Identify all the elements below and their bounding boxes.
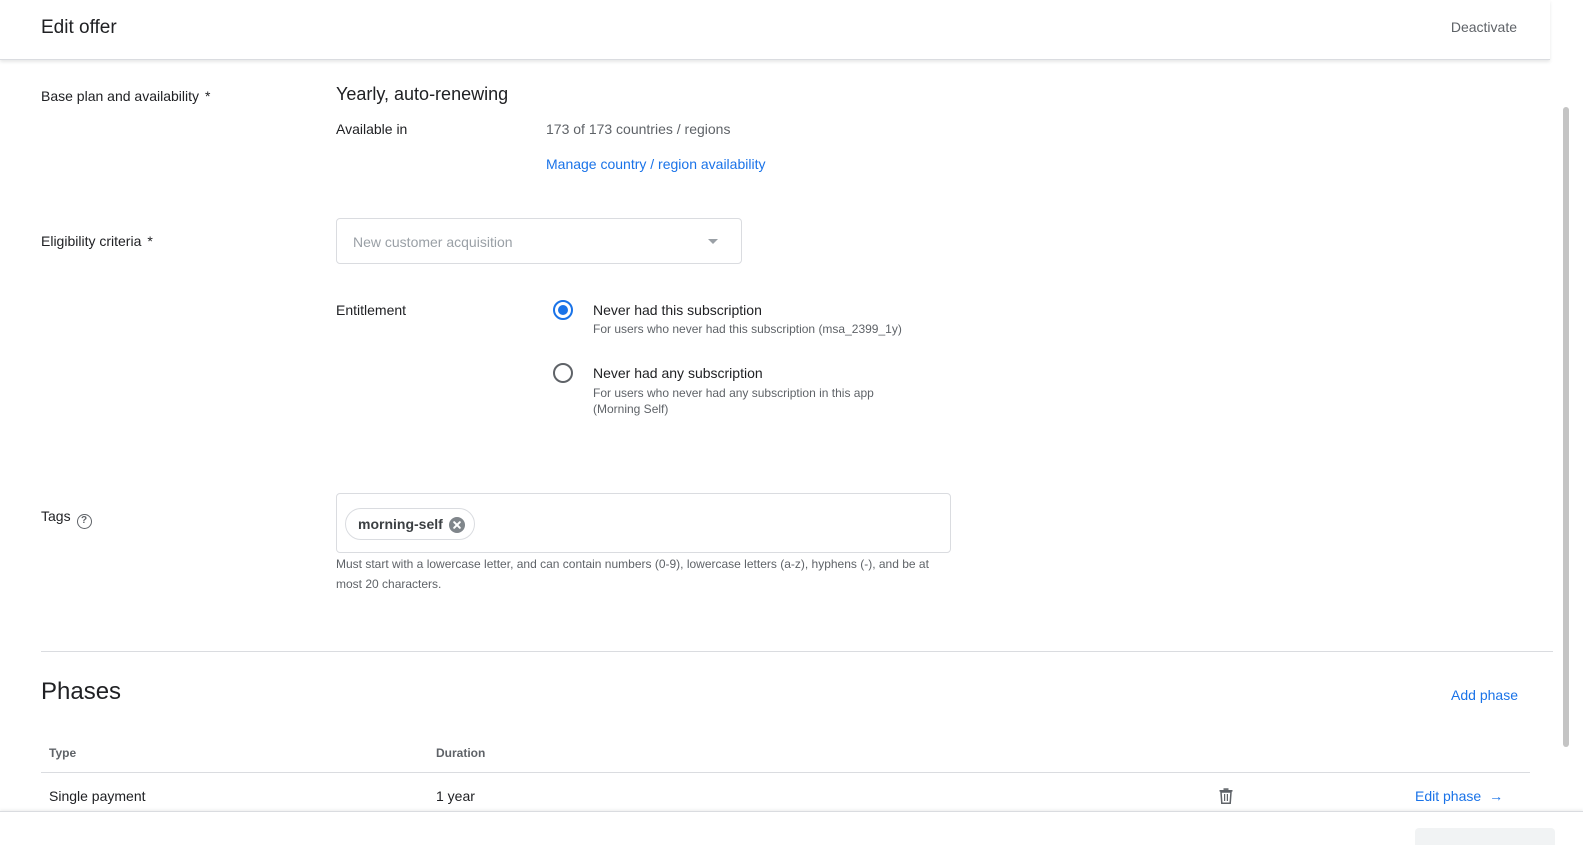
radio-option-title: Never had this subscription [593, 302, 762, 318]
edit-offer-page: Edit offer Deactivate Base plan and avai… [0, 0, 1583, 845]
chevron-down-icon [708, 239, 718, 244]
manage-availability-link[interactable]: Manage country / region availability [546, 156, 765, 172]
footer-bar [0, 811, 1583, 845]
tag-chip: morning-self [345, 508, 475, 540]
table-header-divider [41, 772, 1530, 773]
available-in-label: Available in [336, 121, 408, 137]
base-plan-label-text: Base plan and availability [41, 88, 199, 104]
edit-phase-button[interactable]: Edit phase → [1415, 788, 1503, 804]
available-in-value: 173 of 173 countries / regions [546, 121, 731, 137]
eligibility-label-text: Eligibility criteria [41, 233, 142, 249]
radio-option-title: Never had any subscription [593, 365, 763, 381]
phase-duration-cell: 1 year [436, 788, 475, 804]
edit-phase-label: Edit phase [1415, 788, 1482, 804]
page-title: Edit offer [41, 17, 117, 38]
tags-input[interactable]: morning-self [336, 493, 951, 553]
scrollbar[interactable] [1563, 107, 1569, 747]
required-mark: * [205, 88, 211, 104]
radio-never-had-any-subscription[interactable] [553, 363, 573, 383]
base-plan-label: Base plan and availability * [41, 88, 210, 104]
column-header-type: Type [49, 746, 77, 760]
arrow-right-icon: → [1489, 788, 1504, 804]
scrollbar-thumb[interactable] [1563, 107, 1569, 747]
base-plan-name: Yearly, auto-renewing [336, 84, 509, 104]
remove-tag-icon[interactable] [448, 517, 465, 533]
footer-button[interactable] [1415, 828, 1555, 845]
page-header: Edit offer Deactivate [0, 0, 1550, 60]
add-phase-button[interactable]: Add phase [1451, 687, 1518, 703]
required-mark: * [147, 233, 153, 249]
tag-chip-label: morning-self [358, 516, 443, 532]
column-header-duration: Duration [436, 746, 486, 760]
entitlement-label: Entitlement [336, 302, 407, 318]
radio-option-description: For users who never had this subscriptio… [593, 322, 902, 336]
eligibility-select[interactable]: New customer acquisition [336, 218, 742, 264]
tags-label: Tags? [41, 508, 92, 529]
deactivate-button[interactable]: Deactivate [1451, 19, 1517, 35]
eligibility-select-value: New customer acquisition [353, 234, 513, 250]
trash-icon[interactable] [1219, 788, 1233, 804]
phase-type-cell: Single payment [49, 788, 146, 804]
section-divider [41, 651, 1553, 652]
eligibility-label: Eligibility criteria * [41, 233, 153, 249]
tags-label-text: Tags [41, 508, 71, 524]
radio-option-description: For users who never had any subscription… [593, 386, 874, 416]
help-circle-icon[interactable]: ? [76, 514, 92, 529]
phases-title: Phases [41, 678, 122, 705]
radio-never-had-this-subscription[interactable] [553, 300, 573, 320]
tags-help-text: Must start with a lowercase letter, and … [336, 557, 929, 591]
